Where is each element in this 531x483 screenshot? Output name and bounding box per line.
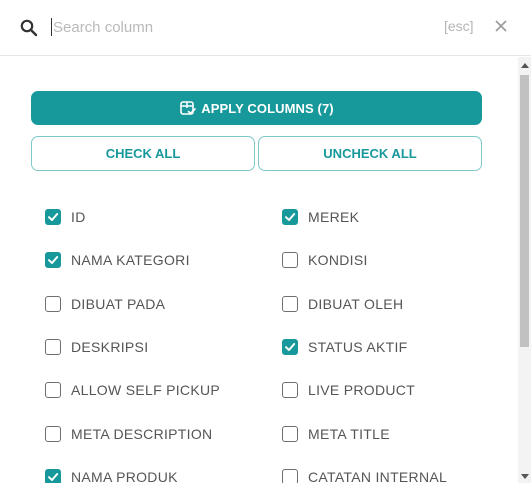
close-icon[interactable] xyxy=(491,16,511,36)
uncheck-all-button[interactable]: UNCHECK ALL xyxy=(258,136,482,171)
column-option[interactable]: ID xyxy=(45,205,86,229)
checkbox-unchecked[interactable] xyxy=(282,425,298,442)
checkbox-unchecked[interactable] xyxy=(282,295,298,312)
column-option[interactable]: STATUS AKTIF xyxy=(282,335,408,359)
search-icon xyxy=(19,18,39,38)
checkmark-icon xyxy=(285,342,296,351)
column-option[interactable]: META DESCRIPTION xyxy=(45,422,212,446)
column-option-label: DESKRIPSI xyxy=(71,338,149,355)
checkbox-unchecked[interactable] xyxy=(282,468,298,483)
column-option-label: DIBUAT PADA xyxy=(71,295,166,312)
checkbox-unchecked[interactable] xyxy=(282,382,298,399)
checkbox-checked[interactable] xyxy=(45,252,61,269)
column-option-label: DIBUAT OLEH xyxy=(308,295,404,312)
check-all-label: CHECK ALL xyxy=(105,146,181,161)
checkbox-checked[interactable] xyxy=(45,468,61,483)
column-option-label: ALLOW SELF PICKUP xyxy=(71,382,221,399)
checkbox-unchecked[interactable] xyxy=(45,425,61,442)
checkbox-unchecked[interactable] xyxy=(45,382,61,399)
column-option[interactable]: ALLOW SELF PICKUP xyxy=(45,378,220,402)
scrollbar[interactable] xyxy=(518,57,531,483)
checkmark-icon xyxy=(48,213,59,221)
scrollbar-thumb[interactable] xyxy=(520,75,529,347)
checkbox-unchecked[interactable] xyxy=(45,295,61,312)
column-option-label: META TITLE xyxy=(308,425,390,442)
column-option[interactable]: LIVE PRODUCT xyxy=(282,378,415,402)
uncheck-all-label: UNCHECK ALL xyxy=(323,146,417,161)
column-option-label: ID xyxy=(71,209,86,225)
check-all-button[interactable]: CHECK ALL xyxy=(31,136,255,171)
checkmark-icon xyxy=(48,472,59,481)
column-option[interactable]: DESKRIPSI xyxy=(45,335,148,359)
column-option-label: KONDISI xyxy=(308,252,368,269)
apply-columns-button[interactable]: APPLY COLUMNS (7) xyxy=(31,91,482,125)
text-caret xyxy=(51,18,52,36)
checkmark-icon xyxy=(48,256,59,265)
column-option-label: MEREK xyxy=(308,209,360,225)
esc-hint: [esc] xyxy=(444,18,474,34)
column-option-label: LIVE PRODUCT xyxy=(308,382,416,399)
column-option-label: META DESCRIPTION xyxy=(71,425,213,442)
column-option[interactable]: CATATAN INTERNAL xyxy=(282,465,447,483)
column-option[interactable]: META TITLE xyxy=(282,422,390,446)
search-bar: [esc] xyxy=(0,0,531,56)
checkbox-checked[interactable] xyxy=(282,209,298,225)
checkbox-checked[interactable] xyxy=(282,338,298,355)
column-picker-panel: APPLY COLUMNS (7) CHECK ALL UNCHECK ALL … xyxy=(0,57,518,483)
column-option[interactable]: DIBUAT OLEH xyxy=(282,292,403,316)
column-option[interactable]: NAMA KATEGORI xyxy=(45,248,190,272)
checkmark-icon xyxy=(285,213,296,221)
column-option-label: CATATAN INTERNAL xyxy=(308,468,448,483)
checkbox-unchecked[interactable] xyxy=(45,338,61,355)
column-option-label: STATUS AKTIF xyxy=(308,338,408,355)
scroll-up-arrow-icon[interactable] xyxy=(521,63,529,68)
checkbox-unchecked[interactable] xyxy=(282,252,298,269)
column-option[interactable]: NAMA PRODUK xyxy=(45,465,178,483)
column-option-label: NAMA PRODUK xyxy=(71,468,178,483)
checkbox-checked[interactable] xyxy=(45,209,61,225)
column-option[interactable]: KONDISI xyxy=(282,248,368,272)
column-option[interactable]: MEREK xyxy=(282,205,359,229)
apply-columns-label: APPLY COLUMNS (7) xyxy=(201,100,334,116)
scroll-down-arrow-icon[interactable] xyxy=(521,474,529,479)
column-option-label: NAMA KATEGORI xyxy=(71,252,190,269)
column-option[interactable]: DIBUAT PADA xyxy=(45,292,165,316)
search-input[interactable] xyxy=(53,16,413,38)
column-apply-icon xyxy=(180,101,197,115)
